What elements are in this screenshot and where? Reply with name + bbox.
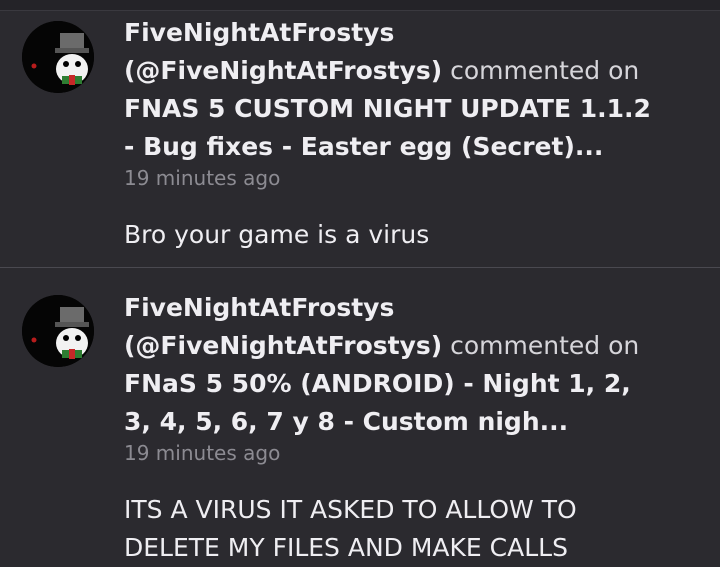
author-line: (@FiveNightAtFrostys) commented on xyxy=(124,327,712,365)
comment-text: ITS A VIRUS IT ASKED TO ALLOW TO DELETE … xyxy=(124,491,712,567)
timestamp: 19 minutes ago xyxy=(124,166,281,190)
avatar[interactable] xyxy=(22,21,94,93)
action-text: commented on xyxy=(450,331,640,360)
author-line: (@FiveNightAtFrostys) commented on xyxy=(124,52,712,90)
post-title-line2[interactable]: - Bug fixes - Easter egg (Secret)... xyxy=(124,128,712,166)
post-title-line1[interactable]: FNaS 5 50% (ANDROID) - Night 1, 2, xyxy=(124,365,712,403)
frosty-avatar-icon xyxy=(22,21,94,93)
action-text: commented on xyxy=(450,56,640,85)
timestamp: 19 minutes ago xyxy=(124,441,281,465)
frosty-avatar-icon xyxy=(22,295,94,367)
post-title-line1[interactable]: FNAS 5 CUSTOM NIGHT UPDATE 1.1.2 xyxy=(124,90,712,128)
avatar[interactable] xyxy=(22,295,94,367)
author-name[interactable]: FiveNightAtFrostys xyxy=(124,289,712,327)
author-handle[interactable]: (@FiveNightAtFrostys) xyxy=(124,56,442,85)
comment-line1: ITS A VIRUS IT ASKED TO ALLOW TO xyxy=(124,495,577,524)
post-title-line2[interactable]: 3, 4, 5, 6, 7 y 8 - Custom nigh... xyxy=(124,403,712,441)
notification-content: FiveNightAtFrostys (@FiveNightAtFrostys)… xyxy=(124,289,712,567)
notification-feed: FiveNightAtFrostys (@FiveNightAtFrostys)… xyxy=(0,0,720,562)
notification-content: FiveNightAtFrostys (@FiveNightAtFrostys)… xyxy=(124,14,712,254)
author-handle[interactable]: (@FiveNightAtFrostys) xyxy=(124,331,442,360)
notification-item[interactable]: FiveNightAtFrostys (@FiveNightAtFrostys)… xyxy=(0,269,720,562)
comment-line1: Bro your game is a virus xyxy=(124,220,430,249)
comment-line2: DELETE MY FILES AND MAKE CALLS xyxy=(124,533,568,562)
comment-text: Bro your game is a virus xyxy=(124,216,712,254)
author-name[interactable]: FiveNightAtFrostys xyxy=(124,14,712,52)
notification-item[interactable]: FiveNightAtFrostys (@FiveNightAtFrostys)… xyxy=(0,0,720,268)
